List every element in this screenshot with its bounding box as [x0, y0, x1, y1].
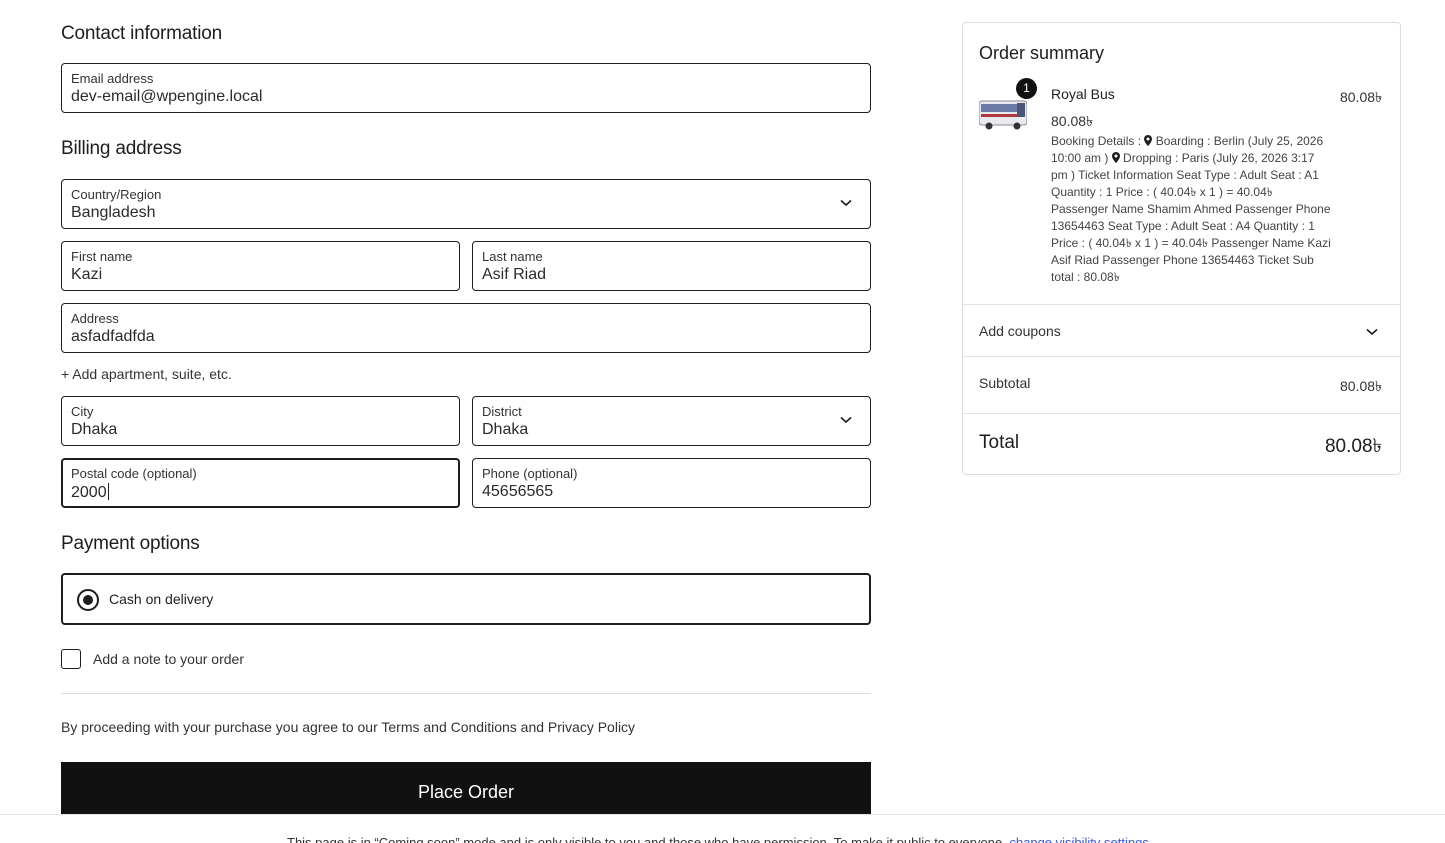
last-name-label: Last name — [482, 249, 543, 264]
country-label: Country/Region — [71, 187, 162, 202]
add-coupons-toggle[interactable]: Add coupons — [963, 304, 1400, 356]
phone-label: Phone (optional) — [482, 466, 578, 481]
email-label: Email address — [71, 71, 154, 86]
chevron-down-icon — [1366, 328, 1378, 336]
country-select[interactable]: Country/Region Bangladesh — [61, 179, 871, 229]
order-summary-heading: Order summary — [979, 43, 1105, 63]
postal-code-field[interactable]: Postal code (optional) 2000 — [61, 458, 460, 508]
country-value: Bangladesh — [71, 204, 156, 221]
city-label: City — [71, 404, 94, 419]
order-summary: Order summary 1 Royal Bus 80.08৳ 80.08৳ … — [962, 22, 1401, 475]
coming-soon-notice: This page is in “Coming soon” mode and i… — [0, 814, 1445, 843]
add-coupons-label: Add coupons — [979, 323, 1061, 339]
email-value: dev-email@wpengine.local — [71, 88, 263, 105]
item-name: Royal Bus — [1051, 86, 1115, 102]
email-field[interactable]: Email address dev-email@wpengine.local — [61, 63, 871, 113]
address-label: Address — [71, 311, 119, 326]
first-name-value: Kazi — [71, 266, 103, 283]
place-order-button[interactable]: Place Order — [61, 762, 871, 822]
phone-value: 45656565 — [482, 483, 554, 500]
total-row: Total 80.08৳ — [963, 413, 1400, 475]
district-value: Dhaka — [482, 421, 529, 438]
district-label: District — [482, 404, 522, 419]
payment-option-cod[interactable]: Cash on delivery — [61, 573, 871, 625]
first-name-field[interactable]: First name Kazi — [61, 241, 460, 291]
last-name-field[interactable]: Last name Asif Riad — [472, 241, 871, 291]
district-select[interactable]: District Dhaka — [472, 396, 871, 446]
city-value: Dhaka — [71, 421, 118, 438]
item-price: 80.08৳ — [1051, 113, 1094, 129]
postal-code-value: 2000 — [71, 483, 109, 501]
phone-field[interactable]: Phone (optional) 45656565 — [472, 458, 871, 508]
subtotal-row: Subtotal 80.08৳ — [963, 356, 1400, 413]
address-field[interactable]: Address asfadfadfda — [61, 303, 871, 353]
order-note-toggle[interactable]: Add a note to your order — [61, 649, 461, 671]
coming-soon-text: This page is in “Coming soon” mode and i… — [287, 835, 1149, 843]
text-caret — [107, 483, 109, 500]
billing-heading: Billing address — [61, 138, 182, 159]
add-apartment-link[interactable]: + Add apartment, suite, etc. — [61, 366, 232, 382]
order-note-checkbox[interactable] — [61, 649, 81, 669]
payment-heading: Payment options — [61, 533, 200, 554]
total-label: Total — [979, 432, 1020, 453]
subtotal-value: 80.08৳ — [1339, 378, 1382, 394]
total-value: 80.08৳ — [1324, 436, 1382, 457]
order-note-label: Add a note to your order — [93, 651, 244, 667]
payment-radio[interactable] — [77, 589, 99, 611]
terms-text: By proceeding with your purchase you agr… — [61, 719, 636, 735]
subtotal-label: Subtotal — [979, 375, 1031, 391]
last-name-value: Asif Riad — [482, 266, 547, 283]
contact-heading: Contact information — [61, 23, 222, 44]
item-line-total: 80.08৳ — [1339, 89, 1382, 105]
visibility-settings-link[interactable]: change visibility settings — [1009, 835, 1148, 843]
postal-code-label: Postal code (optional) — [71, 466, 197, 481]
payment-option-label: Cash on delivery — [109, 591, 214, 607]
address-value: asfadfadfda — [71, 328, 155, 345]
first-name-label: First name — [71, 249, 133, 264]
chevron-down-icon — [840, 199, 852, 207]
map-marker-icon — [1111, 152, 1120, 163]
item-description: Booking Details : Boarding : Berlin (Jul… — [1051, 134, 1331, 284]
chevron-down-icon — [840, 416, 852, 424]
city-field[interactable]: City Dhaka — [61, 396, 460, 446]
item-quantity-badge: 1 — [1016, 78, 1037, 99]
divider — [61, 693, 871, 694]
